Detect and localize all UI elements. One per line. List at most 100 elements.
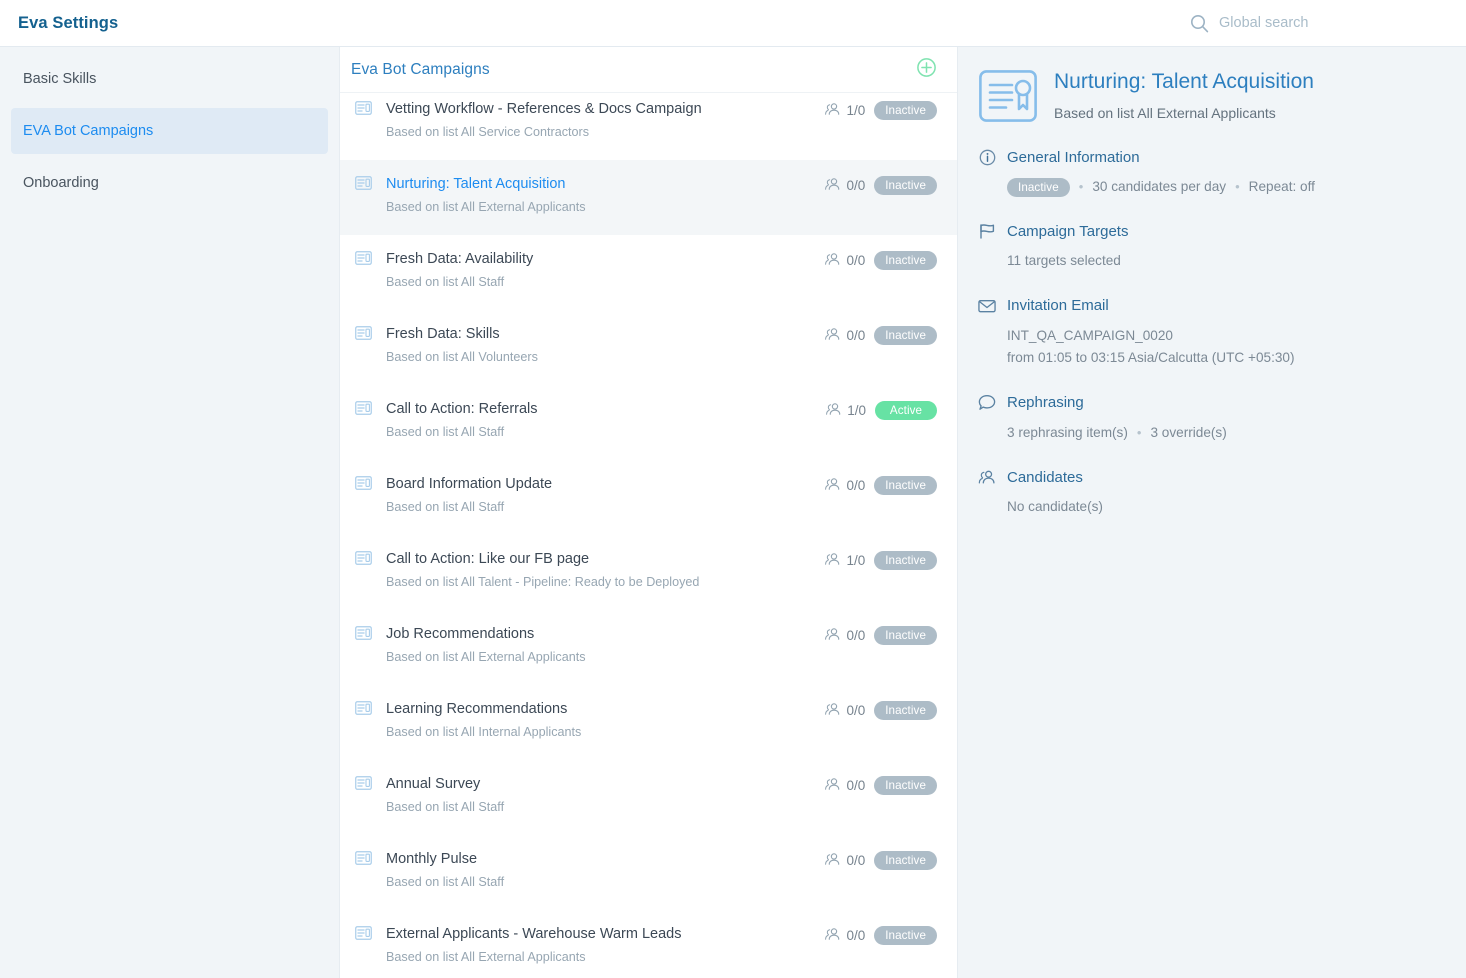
people-icon (824, 477, 841, 494)
certificate-icon (978, 66, 1038, 126)
repeat-setting: Repeat: off (1249, 176, 1315, 198)
count-value: 1/0 (847, 403, 866, 418)
campaign-name: External Applicants - Warehouse Warm Lea… (386, 924, 824, 945)
campaign-target-count: 0/0 (824, 852, 865, 869)
campaign-rows: Vetting Workflow - References & Docs Cam… (340, 93, 957, 978)
campaign-row-right: 0/0Inactive (824, 701, 937, 720)
campaign-list-header: Eva Bot Campaigns (340, 47, 957, 93)
campaign-list-panel: Eva Bot Campaigns Vetting Workflow - (340, 47, 958, 978)
campaign-name: Learning Recommendations (386, 699, 824, 720)
status-badge: Inactive (1007, 178, 1070, 197)
campaign-row-main: Monthly PulseBased on list All Staff (386, 849, 824, 892)
campaign-row-right: 0/0 Inactive (824, 326, 937, 345)
main-body: Basic Skills EVA Bot Campaigns Onboardin… (0, 47, 1466, 978)
campaign-row-main: Fresh Data: AvailabilityBased on list Al… (386, 249, 824, 292)
campaign-row[interactable]: Board Information UpdateBased on list Al… (340, 460, 957, 535)
campaign-row-right: 0/0Inactive (824, 476, 937, 495)
status-badge: Inactive (874, 926, 937, 945)
campaign-row-main: Board Information UpdateBased on list Al… (386, 474, 824, 517)
id-card-icon (352, 851, 374, 865)
campaign-list-source: Based on list All Service Contractors (386, 124, 824, 142)
people-icon (824, 852, 841, 869)
campaign-row-main: Fresh Data: SkillsBased on list All Volu… (386, 324, 824, 367)
detail-subtitle: Based on list All External Applicants (1054, 105, 1314, 121)
sidebar-item-eva-bot-campaigns[interactable]: EVA Bot Campaigns (11, 108, 328, 154)
people-icon (824, 552, 841, 569)
campaign-row-right: 1/0Inactive (824, 101, 937, 120)
section-title: Candidates (1007, 469, 1083, 486)
campaign-row[interactable]: External Applicants - Warehouse Warm Lea… (340, 910, 957, 978)
campaign-name: Call to Action: Like our FB page (386, 549, 824, 570)
campaign-row[interactable]: Monthly PulseBased on list All Staff 0/0… (340, 835, 957, 910)
sidebar-item-onboarding[interactable]: Onboarding (11, 160, 328, 206)
campaign-row[interactable]: Job Recommendations Based on list All Ext… (340, 610, 957, 685)
count-value: 0/0 (846, 328, 865, 343)
campaign-row-right: 0/0Inactive (824, 776, 937, 795)
campaign-target-count: 0/0 (824, 777, 865, 794)
id-card-icon (352, 251, 374, 265)
add-campaign-button[interactable] (915, 59, 937, 81)
campaign-list-source: Based on list All Talent - Pipeline: Rea… (386, 574, 824, 592)
campaign-target-count: 0/0 (824, 927, 865, 944)
targets-selected: 11 targets selected (1007, 250, 1440, 272)
section-rephrasing: Rephrasing 3 rephrasing item(s) • 3 over… (978, 394, 1440, 444)
campaign-row-main: Vetting Workflow - References & Docs Cam… (386, 99, 824, 142)
general-meta-line: Inactive • 30 candidates per day • Repea… (1007, 176, 1440, 198)
separator-dot: • (1079, 176, 1084, 197)
campaign-row-main: Call to Action: ReferralsBased on list A… (386, 399, 825, 442)
section-title: General Information (1007, 149, 1140, 166)
campaign-row[interactable]: Fresh Data: SkillsBased on list All Volu… (340, 310, 957, 385)
campaign-row[interactable]: Call to Action: ReferralsBased on list A… (340, 385, 957, 460)
campaign-name: Vetting Workflow - References & Docs Cam… (386, 99, 824, 120)
people-icon (824, 252, 841, 269)
status-badge: Inactive (874, 626, 937, 645)
campaign-list-source: Based on list All Staff (386, 874, 824, 892)
campaign-list-source: Based on list All External Applicants (386, 649, 824, 667)
section-header: Campaign Targets (978, 222, 1440, 240)
campaign-row-main: Nurturing: Talent AcquisitionBased on li… (386, 174, 824, 217)
top-bar: Eva Settings (0, 0, 1466, 47)
status-badge: Inactive (874, 326, 937, 345)
count-value: 0/0 (846, 778, 865, 793)
count-value: 0/0 (846, 628, 865, 643)
campaign-row-right: 1/0Active (825, 401, 937, 420)
separator-dot: • (1235, 176, 1240, 197)
campaign-list-source: Based on list All Staff (386, 424, 825, 442)
sidebar: Basic Skills EVA Bot Campaigns Onboardin… (0, 47, 340, 978)
campaign-row[interactable]: Annual SurveyBased on list All Staff 0/0… (340, 760, 957, 835)
campaign-row[interactable]: Nurturing: Talent AcquisitionBased on li… (340, 160, 957, 235)
email-template-name: INT_QA_CAMPAIGN_0020 (1007, 325, 1440, 347)
campaign-name: Nurturing: Talent Acquisition (386, 174, 824, 195)
search-input[interactable] (1219, 15, 1399, 31)
count-value: 0/0 (846, 853, 865, 868)
campaign-row[interactable]: Fresh Data: AvailabilityBased on list Al… (340, 235, 957, 310)
section-body: Inactive • 30 candidates per day • Repea… (978, 176, 1440, 198)
status-badge: Inactive (874, 551, 937, 570)
campaign-name: Board Information Update (386, 474, 824, 495)
id-card-icon (352, 626, 374, 640)
campaign-target-count: 0/0 (824, 477, 865, 494)
people-icon (825, 402, 842, 419)
people-icon (824, 627, 841, 644)
id-card-icon (352, 701, 374, 715)
sidebar-item-basic-skills[interactable]: Basic Skills (11, 56, 328, 102)
plus-circle-icon (916, 57, 937, 83)
campaign-name: Job Recommendations (386, 624, 824, 645)
count-value: 1/0 (846, 553, 865, 568)
sidebar-item-label: EVA Bot Campaigns (23, 123, 153, 139)
section-candidates: Candidates No candidate(s) (978, 468, 1440, 518)
campaign-name: Annual Survey (386, 774, 824, 795)
campaign-row[interactable]: Vetting Workflow - References & Docs Cam… (340, 93, 957, 160)
candidates-per-day: 30 candidates per day (1092, 176, 1226, 198)
campaign-row-right: 0/0 Inactive (824, 626, 937, 645)
section-header: General Information (978, 148, 1440, 166)
campaign-list-scroll[interactable]: Vetting Workflow - References & Docs Cam… (340, 93, 957, 978)
campaign-row[interactable]: Call to Action: Like our FB page Based on… (340, 535, 957, 610)
people-icon (824, 102, 841, 119)
campaign-row[interactable]: Learning RecommendationsBased on list Al… (340, 685, 957, 760)
global-search[interactable] (1190, 14, 1444, 33)
count-value: 0/0 (846, 178, 865, 193)
count-value: 0/0 (846, 478, 865, 493)
campaign-name: Fresh Data: Availability (386, 249, 824, 270)
campaign-row-main: Learning RecommendationsBased on list Al… (386, 699, 824, 742)
